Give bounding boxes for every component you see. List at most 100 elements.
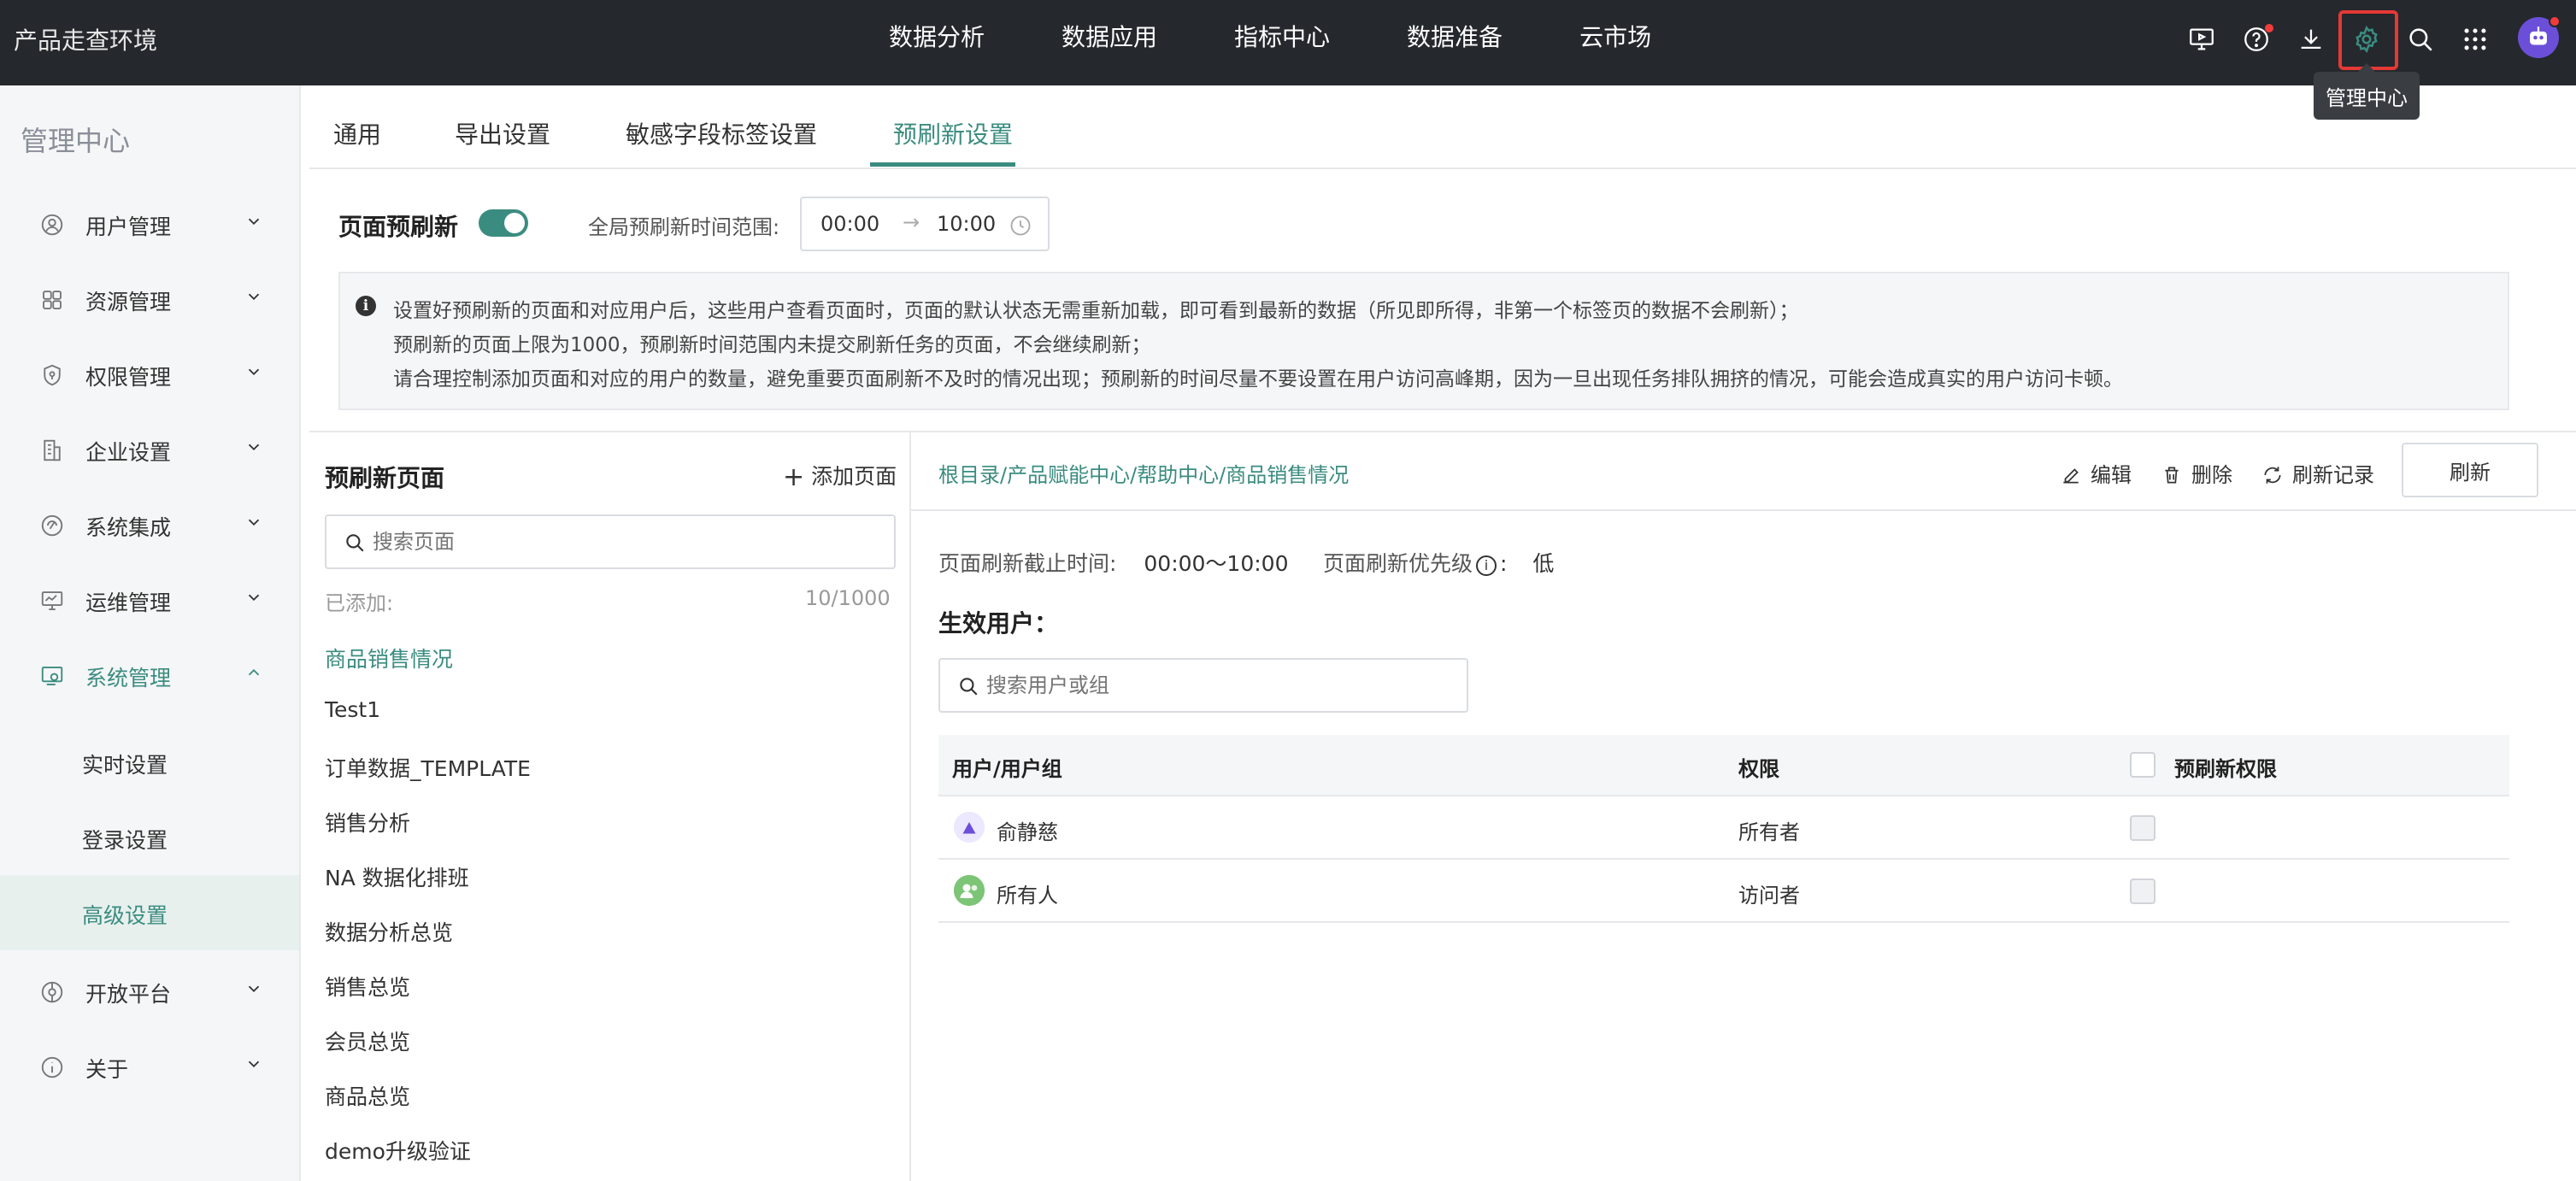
shield-icon (39, 362, 65, 388)
nav-data-preparation[interactable]: 数据准备 (1407, 0, 1503, 85)
delete-label: 删除 (2191, 463, 2232, 487)
sidebar-item-user-management[interactable]: 用户管理 (0, 190, 299, 265)
download-icon[interactable] (2294, 22, 2328, 56)
user-search-box[interactable] (938, 658, 1468, 713)
chevron-down-icon (244, 513, 263, 532)
refresh-history-button[interactable]: 刷新记录 (2261, 458, 2374, 488)
delete-button[interactable]: 删除 (2161, 458, 2232, 488)
sidebar-item-label: 资源管理 (85, 290, 172, 314)
nav-data-analysis[interactable]: 数据分析 (889, 0, 985, 85)
prefresh-permission-checkbox[interactable] (2130, 878, 2155, 904)
tab-sensitive-field-tags[interactable]: 敏感字段标签设置 (626, 116, 817, 150)
users-table: 用户/用户组 权限 预刷新权限 俞静慈 所有者 所有人 访问者 (938, 735, 2509, 923)
cutoff-time: 页面刷新截止时间: 00:00～10:00 (938, 547, 1288, 578)
sidebar-subitem-label: 登录设置 (82, 828, 168, 853)
section-divider (309, 431, 2576, 432)
top-nav: 数据分析 数据应用 指标中心 数据准备 云市场 (889, 0, 1728, 85)
sidebar-item-ops-management[interactable]: 运维管理 (0, 566, 299, 641)
search-icon[interactable] (2403, 22, 2438, 56)
user-role: 访问者 (1738, 884, 1800, 908)
page-list-item[interactable]: 会员总览 (325, 1025, 410, 1056)
avatar-notification-dot (2549, 15, 2561, 27)
chevron-down-icon (244, 212, 263, 231)
select-all-checkbox[interactable] (2130, 752, 2155, 778)
sidebar-item-resource-management[interactable]: 资源管理 (0, 265, 299, 340)
page-list-item[interactable]: 数据分析总览 (325, 916, 453, 947)
user-avatar[interactable] (2518, 15, 2561, 58)
apps-grid-icon[interactable] (2458, 22, 2492, 56)
search-icon (957, 675, 979, 697)
user-search-input[interactable] (986, 668, 1448, 702)
plus-icon: + (783, 462, 805, 492)
add-page-button[interactable]: + 添加页面 (783, 460, 897, 492)
table-row: 俞静慈 所有者 (938, 796, 2509, 860)
monitor-icon (39, 588, 65, 614)
resource-icon (39, 287, 65, 313)
sidebar-item-label: 权限管理 (85, 365, 172, 390)
nav-metrics-center[interactable]: 指标中心 (1234, 0, 1330, 85)
priority-label: 页面刷新优先级 (1323, 551, 1473, 576)
sidebar-item-enterprise-settings[interactable]: 企业设置 (0, 415, 299, 491)
user-name: 所有人 (997, 884, 1058, 908)
tab-prefresh-settings[interactable]: 预刷新设置 (893, 116, 1013, 150)
sidebar-item-open-platform[interactable]: 开放平台 (0, 957, 299, 1032)
page-search-input[interactable] (373, 525, 851, 559)
clock-icon (1009, 214, 1032, 238)
integration-icon (39, 513, 65, 538)
table-row: 所有人 访问者 (938, 860, 2509, 923)
user-name: 俞静慈 (997, 820, 1058, 844)
end-time[interactable]: 10:00 (937, 212, 996, 236)
refresh-priority: 页面刷新优先级 i: 低 (1323, 547, 1554, 578)
tab-export-settings[interactable]: 导出设置 (455, 116, 550, 150)
platform-icon (39, 979, 65, 1005)
chevron-down-icon (244, 1055, 263, 1073)
page-list-item[interactable]: demo升级验证 (325, 1135, 471, 1166)
notification-dot (2265, 24, 2273, 32)
added-label: 已添加: (325, 591, 394, 615)
edit-icon (2063, 468, 2079, 484)
gear-icon[interactable] (2350, 22, 2384, 56)
sidebar-subitem-login-settings[interactable]: 登录设置 (0, 800, 299, 875)
sidebar-item-system-management[interactable]: 系统管理 (0, 641, 299, 716)
sidebar-subitem-label: 实时设置 (82, 753, 168, 778)
tab-general[interactable]: 通用 (333, 116, 381, 150)
chevron-up-icon (244, 663, 263, 682)
edit-button[interactable]: 编辑 (2060, 458, 2132, 488)
sidebar-subitem-realtime-settings[interactable]: 实时设置 (0, 725, 299, 800)
page-search-box[interactable] (325, 514, 896, 569)
page-list-item[interactable]: 商品总览 (325, 1080, 410, 1111)
system-icon (39, 663, 65, 689)
prefresh-permission-checkbox[interactable] (2130, 815, 2155, 841)
breadcrumb[interactable]: 根目录/产品赋能中心/帮助中心/商品销售情况 (938, 458, 1349, 488)
environment-title: 产品走查环境 (14, 26, 158, 55)
sidebar-subitem-advanced-settings[interactable]: 高级设置 (0, 875, 299, 950)
user-avatar-icon (954, 812, 985, 843)
page-list-item[interactable]: Test1 (325, 697, 380, 722)
sidebar-title: 管理中心 (21, 125, 131, 157)
info-icon (39, 1055, 65, 1080)
info-icon: i (356, 296, 376, 316)
help-icon[interactable] (2239, 22, 2273, 56)
page-list-item[interactable]: 销售分析 (325, 807, 410, 837)
start-time[interactable]: 00:00 (820, 212, 879, 236)
page-list-item[interactable]: NA 数据化排班 (325, 861, 469, 892)
nav-cloud-market[interactable]: 云市场 (1579, 0, 1651, 85)
page-list-item[interactable]: 销售总览 (325, 971, 410, 1002)
info-icon[interactable]: i (1476, 555, 1497, 576)
sidebar-item-about[interactable]: 关于 (0, 1032, 299, 1108)
page-prefresh-toggle[interactable] (479, 209, 528, 237)
active-tab-indicator (870, 162, 1015, 167)
refresh-icon (2264, 467, 2281, 484)
sidebar-item-permission-management[interactable]: 权限管理 (0, 340, 299, 415)
sidebar-item-system-integration[interactable]: 系统集成 (0, 491, 299, 566)
sidebar-item-label: 系统管理 (85, 666, 172, 690)
settings-tabs: 通用 导出设置 敏感字段标签设置 预刷新设置 (309, 85, 2576, 169)
notice-line: 设置好预刷新的页面和对应用户后，这些用户查看页面时，页面的默认状态无需重新加载，… (393, 300, 1799, 322)
user-icon (39, 212, 65, 238)
page-list-item[interactable]: 商品销售情况 (325, 643, 453, 673)
nav-data-application[interactable]: 数据应用 (1062, 0, 1157, 85)
page-list-item[interactable]: 订单数据_TEMPLATE (325, 752, 531, 783)
time-range-picker[interactable]: 00:00 → 10:00 (800, 197, 1050, 251)
refresh-button[interactable]: 刷新 (2402, 443, 2538, 497)
screen-icon[interactable] (2185, 22, 2219, 56)
